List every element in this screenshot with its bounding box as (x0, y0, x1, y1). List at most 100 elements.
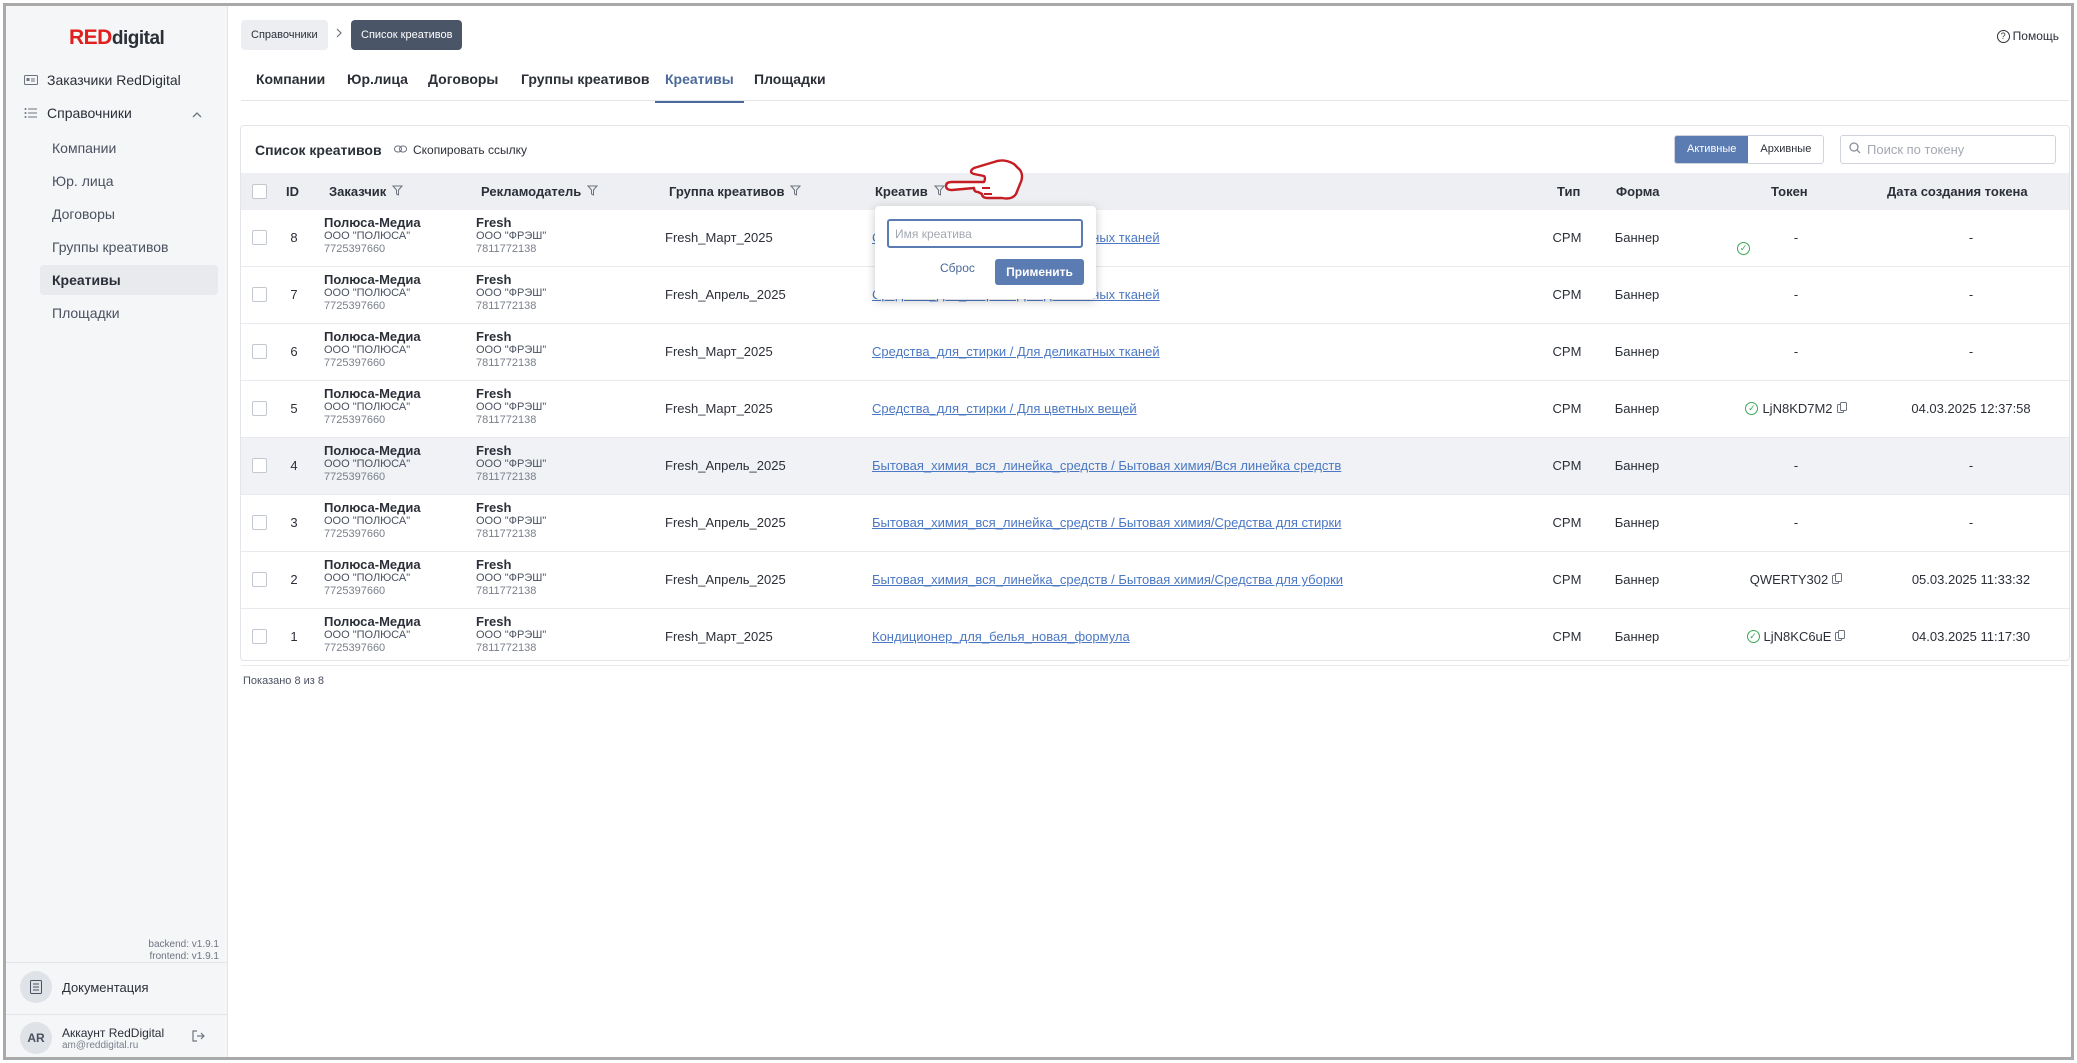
row-id: 2 (290, 572, 298, 587)
copy-icon[interactable] (1836, 401, 1847, 416)
account-block[interactable]: AR Аккаунт RedDigital am@reddigital.ru (20, 1022, 164, 1054)
tab-platforms[interactable]: Площадки (754, 71, 826, 101)
tab-contracts[interactable]: Договоры (428, 71, 498, 101)
table-row[interactable]: 6 Полюса-Медиа ООО "ПОЛЮСА" 7725397660 Fresh… (241, 324, 2069, 381)
filter-icon[interactable] (392, 185, 404, 199)
table-row[interactable]: 1 Полюса-Медиа ООО "ПОЛЮСА" 7725397660 Fresh… (241, 609, 2069, 666)
account-email: am@reddigital.ru (62, 1039, 139, 1051)
advertiser-name: Fresh (476, 557, 512, 572)
sidebar-item-creatives[interactable]: Креативы (40, 265, 218, 295)
creative-link[interactable]: Бытовая_химия_вся_линейка_средств / Быто… (872, 458, 1341, 473)
copy-icon[interactable] (1832, 572, 1843, 587)
row-id: 3 (290, 515, 298, 530)
token-value: - (1793, 515, 1799, 530)
sidebar-item-companies[interactable]: Компании (40, 133, 218, 163)
table-row[interactable]: 5 Полюса-Медиа ООО "ПОЛЮСА" 7725397660 Fresh… (241, 381, 2069, 438)
customer-inn: 7725397660 (324, 528, 386, 540)
chevron-up-icon[interactable] (192, 109, 202, 121)
customer-legal: ООО "ПОЛЮСА" (324, 401, 411, 413)
document-icon (20, 971, 52, 1003)
advertiser-cell: Fresh ООО "ФРЭШ" 7811772138 (476, 386, 546, 427)
customer-name: Полюса-Медиа (324, 329, 421, 344)
table-row[interactable]: 8 Полюса-Медиа ООО "ПОЛЮСА" 7725397660 Fresh… (241, 210, 2069, 267)
column-label: Рекламодатель (481, 184, 582, 199)
form-value: Баннер (1614, 458, 1660, 473)
table-row[interactable]: 2 Полюса-Медиа ООО "ПОЛЮСА" 7725397660 Fresh… (241, 552, 2069, 609)
customer-cell: Полюса-Медиа ООО "ПОЛЮСА" 7725397660 (324, 215, 421, 256)
creative-link[interactable]: Бытовая_химия_вся_линейка_средств / Быто… (872, 572, 1343, 587)
creative-group: Fresh_Апрель_2025 (665, 515, 786, 530)
creative-link[interactable]: Средства_для_стирки / Для деликатных тка… (872, 344, 1160, 359)
filter-icon[interactable] (587, 185, 599, 199)
row-checkbox[interactable] (252, 515, 267, 530)
filter-icon[interactable] (790, 185, 802, 199)
token-value: - (1793, 458, 1799, 473)
row-checkbox[interactable] (252, 401, 267, 416)
logo-red-text: RED (69, 26, 112, 49)
search-icon (1849, 142, 1861, 157)
advertiser-legal: ООО "ФРЭШ" (476, 230, 547, 242)
column-label: Креатив (875, 184, 928, 199)
creative-group: Fresh_Март_2025 (665, 230, 773, 245)
table-row[interactable]: 4 Полюса-Медиа ООО "ПОЛЮСА" 7725397660 Fresh… (241, 438, 2069, 495)
column-type: Тип (1557, 184, 1580, 199)
tab-companies[interactable]: Компании (256, 71, 325, 101)
app-frame: REDdigital Заказчики RedDigital Справочн… (3, 3, 2074, 1060)
sidebar-item-customers[interactable]: Заказчики RedDigital (24, 72, 181, 88)
sidebar-item-legal-entities[interactable]: Юр. лица (40, 166, 218, 196)
customer-legal: ООО "ПОЛЮСА" (324, 458, 411, 470)
row-checkbox[interactable] (252, 629, 267, 644)
token-cell: - (1711, 515, 1881, 530)
token-date: - (1968, 344, 1974, 359)
customer-cell: Полюса-Медиа ООО "ПОЛЮСА" 7725397660 (324, 272, 421, 313)
customer-name: Полюса-Медиа (324, 500, 421, 515)
customer-inn: 7725397660 (324, 585, 386, 597)
tab-creative-groups[interactable]: Группы креативов (521, 71, 650, 101)
customer-legal: ООО "ПОЛЮСА" (324, 287, 411, 299)
row-checkbox[interactable] (252, 287, 267, 302)
creative-link[interactable]: Бытовая_химия_вся_линейка_средств / Быто… (872, 515, 1341, 530)
search-input[interactable] (1867, 142, 2047, 157)
question-icon: ? (1996, 29, 2010, 43)
row-checkbox[interactable] (252, 572, 267, 587)
creative-link[interactable]: Кондиционер_для_белья_новая_формула (872, 629, 1130, 644)
tab-creatives[interactable]: Креативы (655, 71, 744, 103)
sidebar-item-directories[interactable]: Справочники (24, 105, 132, 121)
column-label: Заказчик (329, 184, 387, 199)
copy-link-button[interactable]: Скопировать ссылку (394, 143, 527, 157)
table-row[interactable]: 7 Полюса-Медиа ООО "ПОЛЮСА" 7725397660 Fresh… (241, 267, 2069, 324)
sidebar-item-contracts[interactable]: Договоры (40, 199, 218, 229)
creative-group: Fresh_Март_2025 (665, 344, 773, 359)
segment-active[interactable]: Активные (1675, 136, 1749, 163)
creative-link[interactable]: Средства_для_стирки / Для цветных вещей (872, 401, 1137, 416)
advertiser-name: Fresh (476, 272, 512, 287)
documentation-link[interactable]: Документация (20, 971, 149, 1003)
creative-name-input[interactable] (887, 219, 1083, 248)
tab-legal-entities[interactable]: Юр.лица (347, 71, 408, 101)
token-cell: - (1711, 458, 1881, 473)
help-button[interactable]: ? Помощь (1996, 29, 2059, 43)
check-circle-icon: ✓ (1745, 402, 1759, 415)
sidebar-item-creative-groups[interactable]: Группы креативов (40, 232, 218, 262)
logo[interactable]: REDdigital (69, 26, 165, 50)
logout-icon[interactable] (192, 1030, 205, 1045)
segment-archive[interactable]: Архивные (1748, 136, 1823, 163)
apply-button[interactable]: Применить (995, 259, 1084, 285)
row-checkbox[interactable] (252, 344, 267, 359)
breadcrumb-current[interactable]: Список креативов (351, 20, 463, 50)
table-row[interactable]: 3 Полюса-Медиа ООО "ПОЛЮСА" 7725397660 Fresh… (241, 495, 2069, 552)
token-date: - (1968, 515, 1974, 530)
advertiser-legal: ООО "ФРЭШ" (476, 572, 547, 584)
row-checkbox[interactable] (252, 458, 267, 473)
table-header: ID Заказчик Рекламодатель Группа креатив… (241, 173, 2069, 210)
breadcrumb-parent[interactable]: Справочники (241, 20, 328, 50)
customer-name: Полюса-Медиа (324, 614, 421, 629)
token-value: LjN8KC6uE (1763, 629, 1832, 644)
token-date: - (1968, 287, 1974, 302)
row-checkbox[interactable] (252, 230, 267, 245)
sidebar-item-platforms[interactable]: Площадки (40, 298, 218, 328)
reset-button[interactable]: Сброс (940, 261, 975, 275)
token-date: - (1968, 230, 1974, 245)
select-all-checkbox[interactable] (252, 184, 267, 199)
copy-icon[interactable] (1835, 629, 1846, 644)
